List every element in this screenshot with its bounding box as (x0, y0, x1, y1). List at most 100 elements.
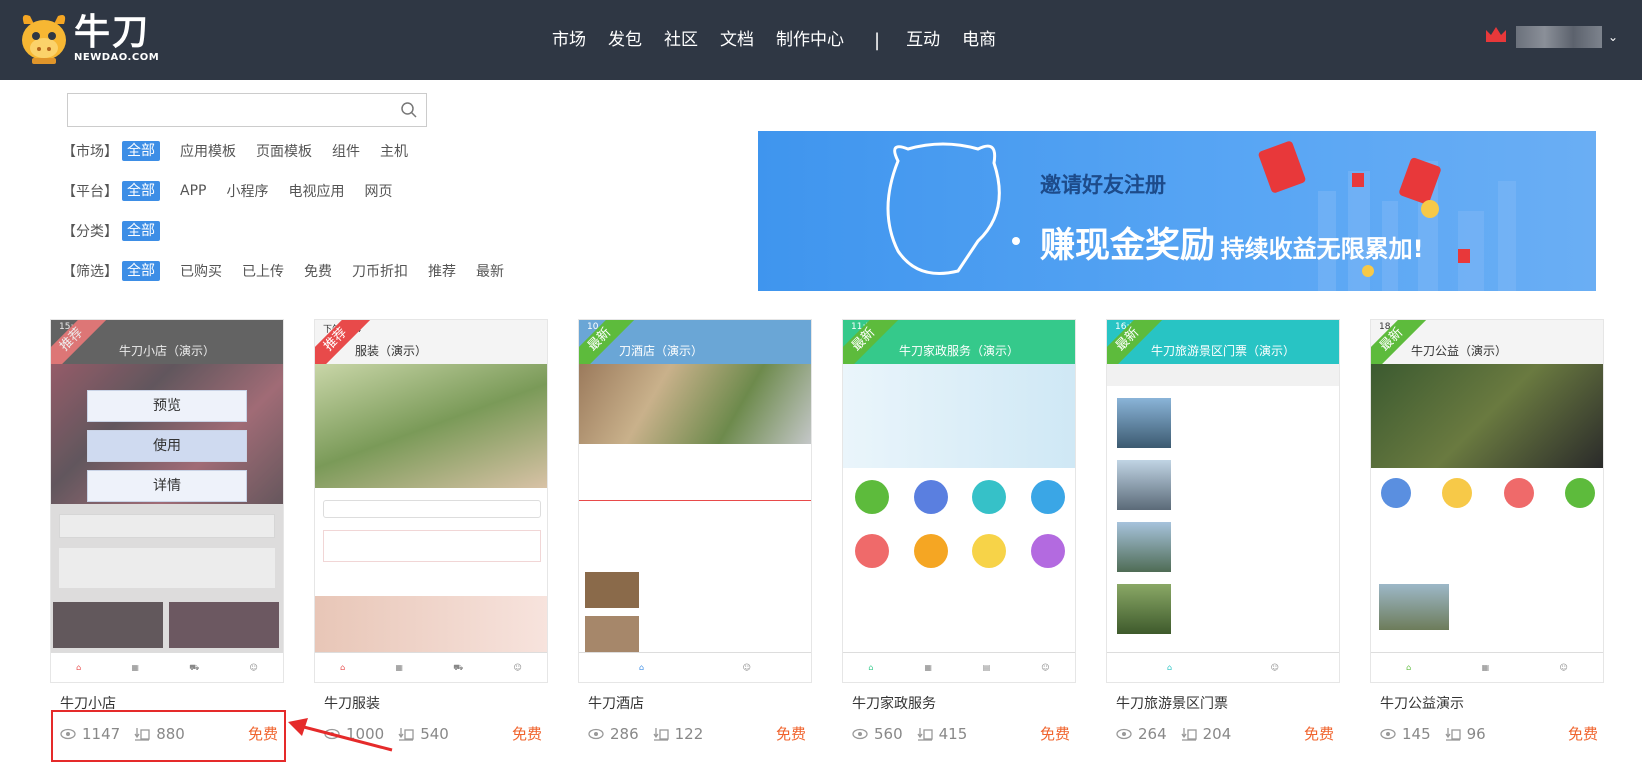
user-menu[interactable]: ⌄ (1484, 26, 1618, 48)
template-name[interactable]: 牛刀家政服务 (852, 693, 936, 713)
banner-big-text: 赚现金奖励 (1040, 226, 1216, 266)
nav-market[interactable]: 市场 (552, 26, 586, 54)
download-icon (398, 727, 414, 741)
template-stats: 264 204 免费 (1116, 723, 1334, 744)
filter-key: 【分类】 (62, 224, 118, 240)
template-stats: 286 122 免费 (588, 723, 806, 744)
filter-option[interactable]: 应用模板 (180, 141, 236, 161)
nav-docs[interactable]: 文档 (720, 26, 754, 54)
filter-option[interactable]: 电视应用 (288, 181, 344, 201)
filter-option[interactable]: 组件 (332, 141, 360, 161)
home-icon: ⌂ (76, 663, 82, 672)
eye-icon (1380, 728, 1396, 739)
template-stats: 560 415 免费 (852, 723, 1070, 744)
details-button[interactable]: 详情 (87, 470, 247, 502)
search-input[interactable] (68, 94, 388, 126)
crown-icon (1484, 26, 1508, 48)
download-count: 96 (1466, 724, 1486, 743)
filter-option[interactable]: 免费 (304, 261, 332, 281)
price-label: 免费 (1303, 725, 1334, 743)
filter-key: 【平台】 (62, 184, 118, 200)
promo-banner[interactable]: 邀请好友注册 赚现金奖励 持续收益无限累加! (758, 131, 1596, 291)
template-screenshot[interactable]: 18 牛刀公益（演示） 最新 ⌂ ▦ ☺ (1370, 319, 1604, 683)
user-name-blurred (1515, 26, 1602, 48)
filter-option[interactable]: 已购买 (180, 261, 222, 281)
template-card[interactable]: 15:49 牛刀小店（演示） 推荐 预览 使用 详情 ⌂▦⛟☺ 牛刀小店 114… (50, 301, 284, 763)
home-icon: ⌂ (868, 663, 874, 672)
download-count: 540 (420, 724, 449, 743)
template-screenshot[interactable]: 16:54 牛刀旅游景区门票（演示） 最新 ⌂☺ (1106, 319, 1340, 683)
nav-community[interactable]: 社区 (664, 26, 698, 54)
screenshot-tabbar: ⌂ ▦ ▤ ☺ (843, 652, 1075, 682)
banner-small-text: 持续收益无限累加! (1220, 235, 1424, 263)
screenshot-tabbar: ⌂ ▦ ⛟ ☺ (51, 652, 283, 682)
grid-icon: ▦ (131, 663, 139, 672)
nav-studio[interactable]: 制作中心 (776, 26, 844, 54)
view-count: 560 (874, 724, 903, 743)
template-screenshot[interactable]: 10 刀酒店（演示） 最新 ⌂ ☺ (578, 319, 812, 683)
filter-option[interactable]: 主机 (380, 141, 408, 161)
template-screenshot[interactable]: 11:25 牛刀家政服务（演示） 最新 ⌂▦▤☺ (842, 319, 1076, 683)
site-logo[interactable]: 牛刀 NEWDAO.COM (18, 10, 159, 66)
main-nav: 市场 发包 社区 文档 制作中心 | 互动 电商 (552, 26, 1018, 54)
view-count: 286 (610, 724, 639, 743)
filter-option[interactable]: 网页 (364, 181, 392, 201)
filter-option-all[interactable]: 全部 (122, 221, 160, 241)
cart-icon: ⛟ (189, 662, 200, 672)
fashion-image (315, 364, 547, 488)
highlight-box (51, 710, 286, 762)
filter-option-all[interactable]: 全部 (122, 141, 160, 161)
template-name[interactable]: 牛刀公益演示 (1380, 693, 1464, 713)
user-icon: ☺ (1041, 663, 1050, 672)
search-icon[interactable] (400, 101, 418, 123)
nav-publish[interactable]: 发包 (608, 26, 642, 54)
screenshot-tabbar: ⌂ ☺ (1107, 652, 1339, 682)
template-name[interactable]: 牛刀旅游景区门票 (1116, 693, 1228, 713)
filter-row-screen: 【筛选】 全部 已购买 已上传 免费 刀币折扣 推荐 最新 (62, 260, 504, 282)
filter-option[interactable]: 小程序 (226, 181, 268, 201)
template-card[interactable]: 16:54 牛刀旅游景区门票（演示） 最新 ⌂☺ 牛刀旅游景区门票 264 20… (1106, 301, 1340, 763)
nav-ecommerce[interactable]: 电商 (962, 26, 996, 54)
download-count: 204 (1202, 724, 1232, 743)
filter-option[interactable]: 已上传 (242, 261, 284, 281)
use-button[interactable]: 使用 (87, 430, 247, 462)
search-box (67, 93, 427, 127)
chevron-down-icon: ⌄ (1607, 30, 1618, 44)
template-name[interactable]: 牛刀酒店 (588, 693, 644, 713)
home-icon: ⌂ (1406, 663, 1412, 672)
nav-interact[interactable]: 互动 (906, 26, 940, 54)
logo-text-cn: 牛刀 (74, 11, 151, 53)
housekeeping-banner (843, 364, 1075, 468)
price-label: 免费 (511, 725, 542, 743)
download-icon (917, 727, 933, 741)
red-arrow-icon (288, 718, 393, 752)
price-label: 免费 (1039, 725, 1070, 743)
home-icon: ⌂ (639, 663, 645, 672)
filter-option[interactable]: 最新 (476, 261, 504, 281)
template-screenshot[interactable]: 下午5:14 服装（演示） 推荐 ⌂▦⛟☺ (314, 319, 548, 683)
filter-option[interactable]: APP (180, 183, 206, 199)
template-screenshot[interactable]: 15:49 牛刀小店（演示） 推荐 预览 使用 详情 ⌂▦⛟☺ (50, 319, 284, 683)
screenshot-tabbar: ⌂ ☺ (579, 652, 811, 682)
price-label: 免费 (1567, 725, 1598, 743)
template-card[interactable]: 10 刀酒店（演示） 最新 ⌂ ☺ 牛刀酒店 286 122 免费 (578, 301, 812, 763)
grid-icon: ▦ (395, 663, 403, 672)
filter-key: 【筛选】 (62, 264, 118, 280)
preview-button[interactable]: 预览 (87, 390, 247, 422)
filter-option-all[interactable]: 全部 (122, 181, 160, 201)
template-name[interactable]: 牛刀服装 (324, 693, 380, 713)
filter-row-platform: 【平台】 全部 APP 小程序 电视应用 网页 (62, 180, 392, 202)
template-card[interactable]: 18 牛刀公益（演示） 最新 ⌂ ▦ ☺ 牛刀公益演示 145 96 免费 (1370, 301, 1604, 763)
filter-row-market: 【市场】 全部 应用模板 页面模板 组件 主机 (62, 140, 408, 162)
eye-icon (852, 728, 868, 739)
filter-option-all[interactable]: 全部 (122, 261, 160, 281)
filter-option[interactable]: 刀币折扣 (352, 261, 408, 281)
filter-option[interactable]: 推荐 (428, 261, 456, 281)
bull-mascot-icon (18, 10, 70, 66)
download-count: 122 (674, 724, 704, 743)
filter-row-category: 【分类】 全部 (62, 220, 160, 242)
template-card[interactable]: 下午5:14 服装（演示） 推荐 ⌂▦⛟☺ 牛刀服装 1000 540 免费 (314, 301, 548, 763)
home-icon: ⌂ (1167, 663, 1173, 672)
template-card[interactable]: 11:25 牛刀家政服务（演示） 最新 ⌂▦▤☺ 牛刀家政服务 560 415 … (842, 301, 1076, 763)
filter-option[interactable]: 页面模板 (256, 141, 312, 161)
